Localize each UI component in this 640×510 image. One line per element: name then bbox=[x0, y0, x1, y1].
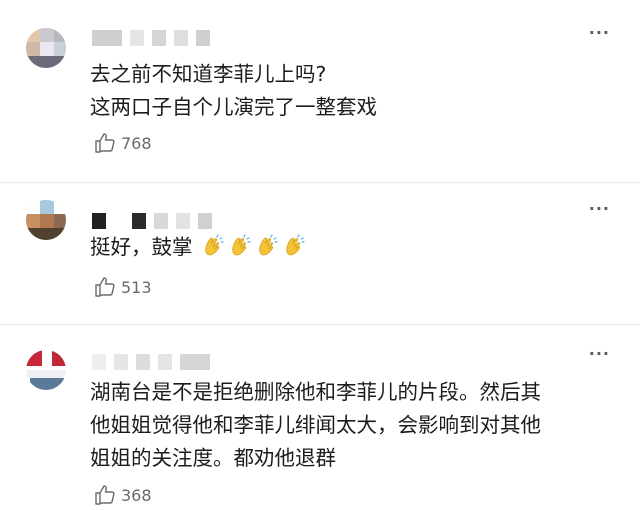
thumbs-up-icon bbox=[95, 485, 115, 505]
comment-text-content: 挺好，鼓掌 bbox=[90, 235, 193, 259]
clap-emoji bbox=[232, 234, 251, 256]
comment-text-line: 这两口子自个儿演完了一整套戏 bbox=[90, 95, 377, 119]
like-button[interactable]: 368 bbox=[93, 483, 152, 507]
comment-text-line: 湖南台是不是拒绝删除他和李菲儿的片段。然后其 bbox=[90, 380, 541, 404]
clap-emoji bbox=[205, 234, 224, 256]
comment-text-line: 他姐姐觉得他和李菲儿绯闻太大，会影响到对其他 bbox=[90, 413, 541, 437]
thumbs-up-icon bbox=[95, 277, 115, 297]
more-dots-icon[interactable]: ··· bbox=[589, 201, 610, 217]
comment-item: ··· 挺好，鼓掌 513 bbox=[0, 183, 640, 318]
avatar[interactable] bbox=[26, 350, 66, 390]
username-blurred[interactable] bbox=[92, 30, 218, 46]
more-dots-icon[interactable]: ··· bbox=[589, 25, 610, 41]
comment-item: ··· 湖南台是不是拒绝删除他和李菲儿的片段。然后其 他姐姐觉得他和李菲儿绯闻太… bbox=[0, 325, 640, 510]
comment-text-line: 挺好，鼓掌 bbox=[90, 231, 612, 264]
like-count: 513 bbox=[121, 277, 152, 297]
like-button[interactable]: 768 bbox=[93, 131, 152, 155]
more-dots-icon[interactable]: ··· bbox=[589, 346, 610, 362]
comment-text: 挺好，鼓掌 bbox=[90, 231, 612, 264]
like-button[interactable]: 513 bbox=[93, 275, 152, 299]
clap-emoji bbox=[286, 234, 305, 256]
like-count: 768 bbox=[121, 133, 152, 153]
clap-emoji bbox=[259, 234, 278, 256]
username-blurred[interactable] bbox=[92, 213, 220, 229]
comment-text: 湖南台是不是拒绝删除他和李菲儿的片段。然后其 他姐姐觉得他和李菲儿绯闻太大，会影… bbox=[90, 376, 612, 475]
like-count: 368 bbox=[121, 485, 152, 505]
thumbs-up-icon bbox=[95, 133, 115, 153]
comment-text-line: 姐姐的关注度。都劝他退群 bbox=[90, 446, 336, 470]
clap-emoji-group bbox=[201, 234, 309, 259]
avatar[interactable] bbox=[26, 200, 66, 240]
avatar[interactable] bbox=[26, 28, 66, 68]
comment-item: ··· 去之前不知道李菲儿上吗? 这两口子自个儿演完了一整套戏 768 bbox=[0, 0, 640, 180]
comment-text-line: 去之前不知道李菲儿上吗? bbox=[90, 62, 327, 86]
username-blurred[interactable] bbox=[92, 354, 218, 370]
comment-text: 去之前不知道李菲儿上吗? 这两口子自个儿演完了一整套戏 bbox=[90, 58, 612, 124]
